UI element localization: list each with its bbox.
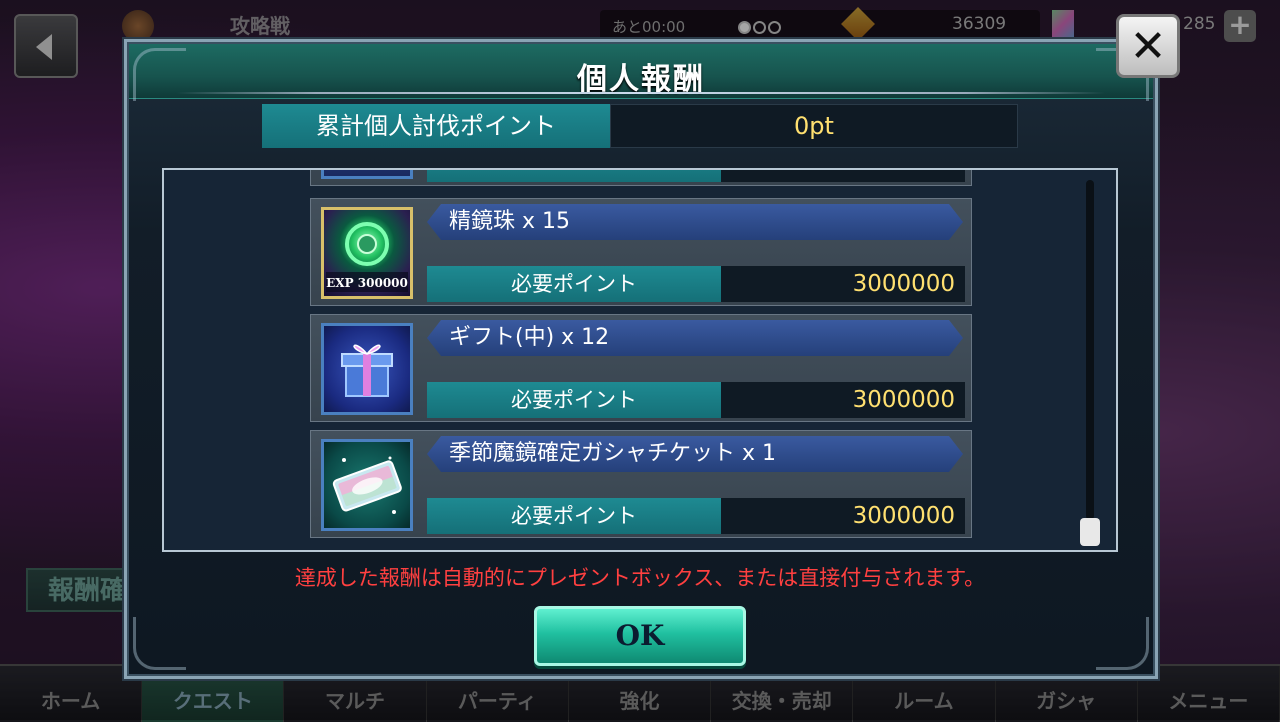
ok-button[interactable]: OK [534, 606, 746, 666]
corner-ornament [133, 617, 186, 670]
required-points-value: 3000000 [721, 382, 965, 418]
gift-graphic [341, 344, 393, 397]
cumulative-points-label: 累計個人討伐ポイント [262, 104, 610, 148]
reward-name: 季節魔鏡確定ガシャチケット x 1 [427, 436, 963, 472]
scrollbar-thumb[interactable] [1080, 518, 1100, 546]
required-points-label: 必要ポイント [427, 266, 721, 302]
corner-ornament [133, 48, 186, 101]
close-button[interactable]: ✕ [1116, 14, 1180, 78]
required-points-label [427, 170, 721, 182]
required-points-value: 3000000 [721, 498, 965, 534]
ok-label: OK [615, 619, 665, 652]
cumulative-points-row: 累計個人討伐ポイント 0pt [262, 104, 1018, 148]
ticket-graphic [332, 456, 402, 514]
reward-icon [321, 170, 413, 179]
auto-grant-notice: 達成した報酬は自動的にプレゼントボックス、または直接付与されます。 [294, 566, 986, 590]
required-points-value: 3000000 [721, 266, 965, 302]
reward-row: EXP 300000 精鏡珠 x 15 必要ポイント 3000000 [310, 198, 972, 306]
reward-list-content: EXP 300000 精鏡珠 x 15 必要ポイント 3000000 ギフト(中… [310, 170, 974, 550]
reward-name: ギフト(中) x 12 [427, 320, 963, 356]
required-points-label: 必要ポイント [427, 498, 721, 534]
dialog-header: 個人報酬 [129, 44, 1153, 99]
gift-box-icon [321, 323, 413, 415]
gacha-ticket-icon [321, 439, 413, 531]
reward-row-partial [310, 170, 972, 186]
reward-row: 季節魔鏡確定ガシャチケット x 1 必要ポイント 3000000 [310, 430, 972, 538]
required-points-value [721, 170, 965, 182]
corner-ornament [1096, 617, 1149, 670]
required-points-label: 必要ポイント [427, 382, 721, 418]
cumulative-points-value: 0pt [610, 104, 1018, 148]
scrollbar-track[interactable] [1086, 180, 1094, 520]
exp-label: EXP 300000 [326, 276, 408, 290]
close-icon: ✕ [1129, 21, 1167, 72]
header-ornament [177, 92, 1105, 94]
reward-name: 精鏡珠 x 15 [427, 204, 963, 240]
exp-crystal-icon: EXP 300000 [321, 207, 413, 299]
crystal-graphic: EXP 300000 [326, 222, 408, 292]
reward-row: ギフト(中) x 12 必要ポイント 3000000 [310, 314, 972, 422]
reward-list[interactable]: EXP 300000 精鏡珠 x 15 必要ポイント 3000000 ギフト(中… [162, 168, 1118, 552]
